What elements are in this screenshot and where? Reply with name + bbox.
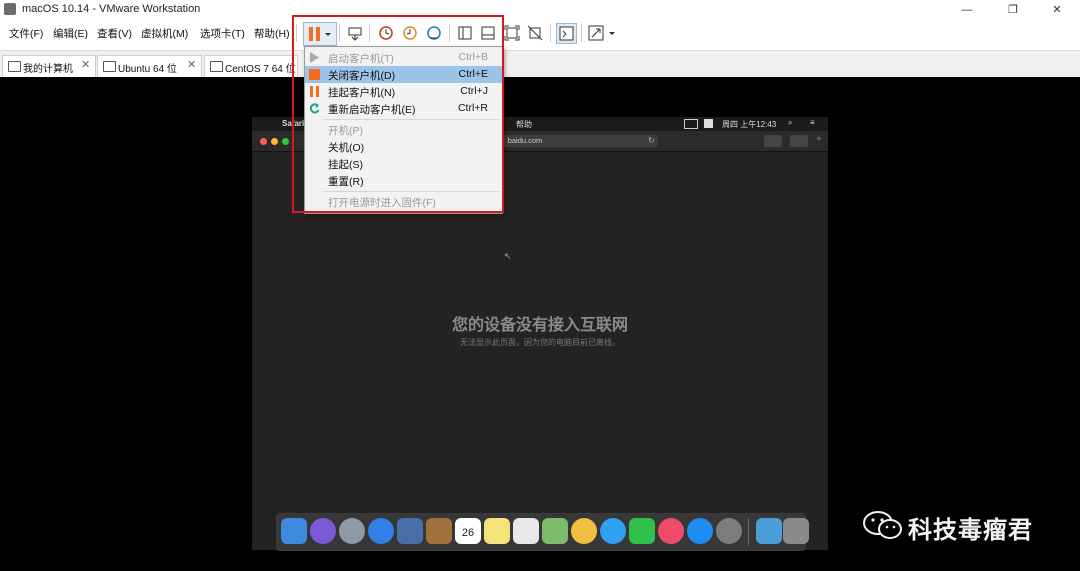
downloads-folder-icon[interactable] — [756, 518, 782, 544]
annotation-highlight-box — [292, 15, 504, 213]
maps-icon[interactable] — [542, 518, 568, 544]
menubar-help[interactable]: 帮助 — [516, 119, 532, 130]
offline-title: 您的设备没有接入互联网 — [451, 317, 628, 334]
tab-ubuntu[interactable]: Ubuntu 64 位 ✕ — [97, 55, 202, 77]
close-icon[interactable]: ✕ — [187, 58, 196, 71]
fullscreen-icon[interactable] — [504, 25, 520, 41]
menubar-clock[interactable]: 周四 上午12:43 — [722, 119, 776, 130]
airplay-icon[interactable] — [684, 119, 698, 129]
launchpad-icon[interactable] — [339, 518, 365, 544]
photo-booth-icon[interactable] — [397, 518, 423, 544]
close-icon[interactable]: ✕ — [81, 58, 90, 71]
tab-label: 我的计算机 — [23, 64, 73, 75]
reload-icon[interactable]: ↻ — [648, 136, 655, 145]
tabs-overview-icon[interactable] — [790, 135, 808, 147]
vm-icon — [210, 61, 223, 72]
menu-vm[interactable]: 虚拟机(M) — [141, 26, 188, 41]
window-title: macOS 10.14 - VMware Workstation — [22, 3, 201, 15]
trash-icon[interactable] — [783, 518, 809, 544]
watermark-text: 科技毒瘤君 — [908, 517, 1033, 544]
offline-subtitle: 无法显示此页面，因为您的电脑目前已离线。 — [460, 338, 620, 347]
computer-icon — [8, 61, 21, 72]
tab-label: CentOS 7 64 位 — [225, 64, 296, 75]
calendar-icon[interactable]: 26 — [455, 518, 481, 544]
stretch-guest-icon[interactable] — [588, 25, 618, 41]
photos-icon[interactable] — [571, 518, 597, 544]
vm-icon — [103, 61, 116, 72]
wechat-icon — [863, 511, 902, 539]
share-icon[interactable] — [764, 135, 782, 147]
dock-separator — [748, 518, 749, 546]
messages-icon[interactable] — [600, 518, 626, 544]
safari-icon[interactable] — [368, 518, 394, 544]
tab-my-computer[interactable]: 我的计算机 ✕ — [2, 55, 96, 77]
menu-view[interactable]: 查看(V) — [97, 26, 132, 41]
title-bar: macOS 10.14 - VMware Workstation — ❐ ✕ — [0, 0, 1080, 20]
system-preferences-icon[interactable] — [716, 518, 742, 544]
toolbar-separator — [581, 24, 582, 42]
vmware-app-icon — [4, 3, 16, 15]
menu-file[interactable]: 文件(F) — [9, 26, 43, 41]
input-method-icon[interactable] — [704, 119, 713, 128]
tab-centos[interactable]: CentOS 7 64 位 — [204, 55, 298, 77]
music-icon[interactable] — [658, 518, 684, 544]
terminal-icon — [559, 26, 574, 41]
close-window-button[interactable]: ✕ — [1034, 0, 1080, 20]
reminders-icon[interactable] — [513, 518, 539, 544]
mouse-cursor-icon: ↖ — [504, 251, 512, 261]
menu-toolbar: 文件(F) 编辑(E) 查看(V) 虚拟机(M) 选项卡(T) 帮助(H) — [0, 20, 1080, 46]
menu-edit[interactable]: 编辑(E) — [53, 26, 88, 41]
toolbar-separator — [550, 24, 551, 42]
minimize-button[interactable]: — — [944, 0, 990, 20]
spotlight-icon[interactable]: ⌕ — [788, 118, 792, 128]
contacts-icon[interactable] — [426, 518, 452, 544]
notes-icon[interactable] — [484, 518, 510, 544]
unity-mode-icon[interactable] — [527, 25, 543, 41]
menu-help[interactable]: 帮助(H) — [254, 26, 290, 41]
siri-icon[interactable] — [310, 518, 336, 544]
close-traffic-light[interactable] — [260, 138, 267, 145]
menu-tabs[interactable]: 选项卡(T) — [200, 26, 245, 41]
watermark: 科技毒瘤君 — [862, 506, 1062, 544]
maximize-button[interactable]: ❐ — [990, 0, 1036, 20]
app-store-icon[interactable] — [687, 518, 713, 544]
finder-icon[interactable] — [281, 518, 307, 544]
facetime-icon[interactable] — [629, 518, 655, 544]
macos-dock: 26 — [276, 513, 809, 551]
minimize-traffic-light[interactable] — [271, 138, 278, 145]
tab-bar: 我的计算机 ✕ Ubuntu 64 位 ✕ CentOS 7 64 位 — [0, 50, 1080, 77]
new-tab-icon[interactable]: + — [816, 134, 822, 145]
console-view-button[interactable] — [556, 23, 577, 44]
notification-center-icon[interactable]: ≡ — [810, 118, 815, 127]
zoom-traffic-light[interactable] — [282, 138, 289, 145]
tab-label: Ubuntu 64 位 — [118, 64, 177, 75]
